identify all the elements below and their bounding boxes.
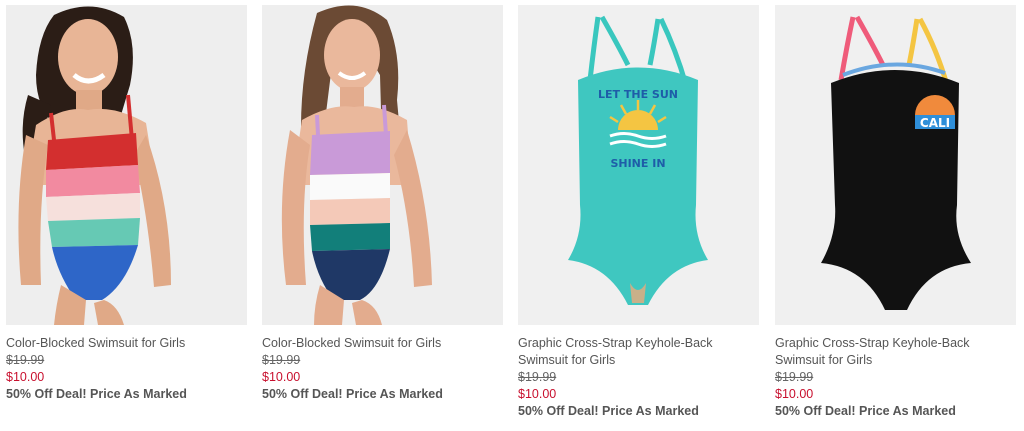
product-title[interactable]: Color-Blocked Swimsuit for Girls: [262, 335, 503, 352]
promo-text: 50% Off Deal! Price As Marked: [518, 404, 699, 418]
product-image[interactable]: [262, 5, 503, 325]
girl-model-swimsuit-image: [6, 5, 247, 325]
product-title[interactable]: Graphic Cross-Strap Keyhole-Back Swimsui…: [775, 335, 1016, 369]
product-image[interactable]: [6, 5, 247, 325]
original-price: $19.99: [262, 353, 301, 367]
graphic-text-cali: CALI: [920, 116, 950, 130]
sale-price: $10.00: [775, 387, 814, 401]
product-image[interactable]: CALI: [775, 5, 1016, 325]
sale-price: $10.00: [518, 387, 557, 401]
graphic-text-top: LET THE SUN: [598, 88, 678, 101]
promo-text: 50% Off Deal! Price As Marked: [775, 404, 956, 418]
product-grid: Color-Blocked Swimsuit for Girls $19.99 …: [0, 0, 1024, 431]
original-price: $19.99: [775, 370, 814, 384]
promo-text: 50% Off Deal! Price As Marked: [6, 387, 187, 401]
original-price: $19.99: [6, 353, 45, 367]
turquoise-swimsuit-image: LET THE SUN SHINE IN: [518, 5, 759, 325]
product-card[interactable]: Color-Blocked Swimsuit for Girls $19.99 …: [6, 5, 247, 403]
sale-price: $10.00: [6, 370, 45, 384]
graphic-text-bottom: SHINE IN: [610, 157, 665, 170]
product-card[interactable]: CALI Graphic Cross-Strap Keyhole-Back Sw…: [775, 5, 1016, 420]
product-title[interactable]: Graphic Cross-Strap Keyhole-Back Swimsui…: [518, 335, 759, 369]
sale-price: $10.00: [262, 370, 301, 384]
girl-model-swimsuit-image: [262, 5, 503, 325]
product-image[interactable]: LET THE SUN SHINE IN: [518, 5, 759, 325]
black-swimsuit-image: CALI: [775, 5, 1016, 325]
product-card[interactable]: LET THE SUN SHINE IN Graphic Cross-Strap…: [518, 5, 759, 420]
original-price: $19.99: [518, 370, 557, 384]
promo-text: 50% Off Deal! Price As Marked: [262, 387, 443, 401]
product-card[interactable]: Color-Blocked Swimsuit for Girls $19.99 …: [262, 5, 503, 403]
product-title[interactable]: Color-Blocked Swimsuit for Girls: [6, 335, 247, 352]
